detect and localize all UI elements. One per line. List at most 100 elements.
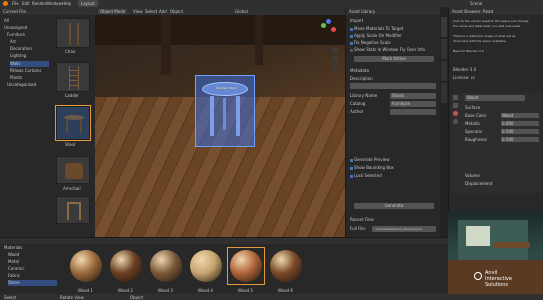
section-header-recent[interactable]: Recent Files (350, 217, 437, 223)
left-browser-header: Current File (0, 7, 95, 15)
catalog-item[interactable]: Fabric (8, 273, 57, 279)
status-right: Object (130, 295, 144, 300)
stool-leg (210, 96, 214, 136)
catalog-item[interactable]: Metal (8, 259, 57, 265)
navigation-gizmo[interactable] (317, 19, 339, 41)
viewport-menu-add[interactable]: Add (159, 9, 167, 14)
asset-name: Ladder (65, 93, 79, 98)
chair-preview (67, 202, 81, 220)
generate-button[interactable]: Generate (354, 203, 434, 209)
asset-thumb-armchair[interactable] (56, 156, 90, 184)
material-icon[interactable] (453, 111, 458, 116)
catalog-item[interactable]: Wood (8, 252, 57, 258)
check-generate-preview[interactable]: Generate Preview (350, 157, 437, 163)
selected-stool[interactable]: Wooden Stool (195, 75, 255, 147)
check-lock-selected[interactable]: Lock Selected (350, 173, 437, 179)
catalog-item[interactable]: Furniture (7, 32, 49, 38)
section-header-metadata[interactable]: Metadata (350, 68, 437, 74)
world-icon[interactable] (453, 119, 458, 124)
asset-thumb-chair[interactable] (56, 18, 90, 48)
metallic-field[interactable]: 0.000 (501, 121, 539, 126)
object-icon[interactable] (453, 103, 458, 108)
catalog-item-selected[interactable]: Stone (8, 280, 57, 286)
catalog-item[interactable]: Decoration (10, 46, 49, 52)
menu-file[interactable]: File (12, 1, 19, 6)
stool-leg (236, 96, 240, 136)
library-name-field[interactable]: Stools (390, 93, 436, 99)
zoom-icon[interactable] (332, 47, 338, 53)
viewport-menu-object[interactable]: Object (170, 9, 183, 14)
asset-name: Stool (65, 142, 76, 147)
option-fix-negative-scale[interactable]: Fix Negative Scale (350, 40, 437, 46)
catalog-item[interactable]: Lighting (10, 53, 49, 59)
catalog-field[interactable]: Furniture (390, 101, 436, 107)
author-field[interactable] (390, 109, 436, 115)
pan-hand-icon[interactable] (332, 56, 338, 62)
specular-field[interactable]: 0.500 (501, 129, 539, 134)
transform-orientation[interactable]: Global (235, 9, 248, 14)
material-tile[interactable] (268, 248, 304, 284)
tab-tool[interactable] (441, 17, 447, 37)
catalog-item[interactable]: Plants (10, 75, 49, 81)
catalog-item[interactable]: Materials (4, 245, 57, 251)
gizmo-z-axis-icon[interactable] (326, 19, 331, 24)
workspace-tab-layout[interactable]: Layout (78, 0, 98, 7)
catalog-item[interactable]: Unassigned (4, 25, 49, 31)
asset-thumb-stool[interactable] (55, 105, 91, 141)
material-grid: Wood 1 Wood 2 Wood 3 Wood 4 Wood 5 Wood … (64, 245, 444, 295)
armchair-preview (65, 163, 83, 179)
catalog-item[interactable]: Ceramic (8, 266, 57, 272)
material-tile[interactable] (148, 248, 184, 284)
roughness-field[interactable]: 0.500 (501, 137, 539, 142)
catalog-item-selected[interactable]: Walls (10, 61, 49, 67)
room-table (494, 242, 530, 248)
tab-item[interactable] (441, 61, 447, 81)
render-icon[interactable] (453, 95, 458, 100)
catalog-item[interactable]: All (4, 18, 49, 24)
viewport-menu-select[interactable]: Select (145, 9, 157, 14)
catalog-item[interactable]: Art (10, 39, 49, 45)
volume-section[interactable]: Volume (465, 173, 480, 178)
library-selector[interactable]: Current File (3, 9, 26, 14)
material-slot[interactable]: Wood (465, 95, 525, 101)
prop-label: Roughness (465, 137, 487, 142)
menu-edit[interactable]: Edit (22, 1, 30, 6)
material-tile[interactable] (108, 248, 144, 284)
material-tile[interactable] (68, 248, 104, 284)
option-show-stats[interactable]: Show Stats In Window Fly Over Info (350, 47, 437, 53)
check-show-bounding-box[interactable]: Show Bounding Box (350, 165, 437, 171)
viewport-menu-view[interactable]: View (133, 9, 143, 14)
asset-thumb-ladder[interactable] (56, 62, 90, 92)
blender-logo-icon[interactable] (3, 1, 8, 6)
option-move-materials[interactable]: Move Materials To Target (350, 26, 437, 32)
gizmo-y-axis-icon[interactable] (321, 23, 326, 28)
displacement-section[interactable]: Displacement (465, 181, 493, 186)
asset-thumb-extra[interactable] (56, 196, 90, 224)
full-file-label: Full File: (350, 226, 367, 231)
catalog-item[interactable]: Uncategorized (7, 82, 49, 88)
tab-edit[interactable] (441, 83, 447, 103)
gizmo-x-axis-icon[interactable] (331, 27, 336, 32)
left-asset-browser: Current File All Unassigned Furniture Ar… (0, 7, 95, 237)
render-preview: Anvil Interactive Solutions (448, 212, 543, 300)
tab-view[interactable] (441, 39, 447, 59)
viewport-3d[interactable]: Object Mode View Select Add Object Globa… (95, 7, 345, 237)
surface-section[interactable]: Surface (465, 105, 480, 110)
file-path-field[interactable]: ...local/assets/stool_library.blend (372, 226, 436, 232)
option-apply-scale[interactable]: Apply Scale On Modifier (350, 33, 437, 39)
menu-window[interactable]: Window (46, 1, 62, 6)
metadata-label: Library Name (350, 93, 378, 98)
description-field[interactable] (350, 83, 436, 89)
menu-render[interactable]: Render (32, 1, 46, 6)
material-tile-selected[interactable] (227, 247, 265, 285)
menu-help[interactable]: Help (62, 1, 71, 6)
catalog-item[interactable]: Pillows Curtains (10, 68, 49, 74)
version-label: Blender 3.0 (453, 67, 477, 72)
section-header-import[interactable]: Import (350, 18, 437, 24)
mark-active-button[interactable]: Mark Active (354, 56, 434, 62)
camera-icon[interactable] (332, 65, 338, 71)
mode-dropdown[interactable]: Object Mode (98, 9, 128, 14)
base-color-field[interactable]: Wood (501, 113, 539, 118)
scene-selector[interactable]: Scene (470, 1, 482, 6)
material-tile[interactable] (188, 248, 224, 284)
